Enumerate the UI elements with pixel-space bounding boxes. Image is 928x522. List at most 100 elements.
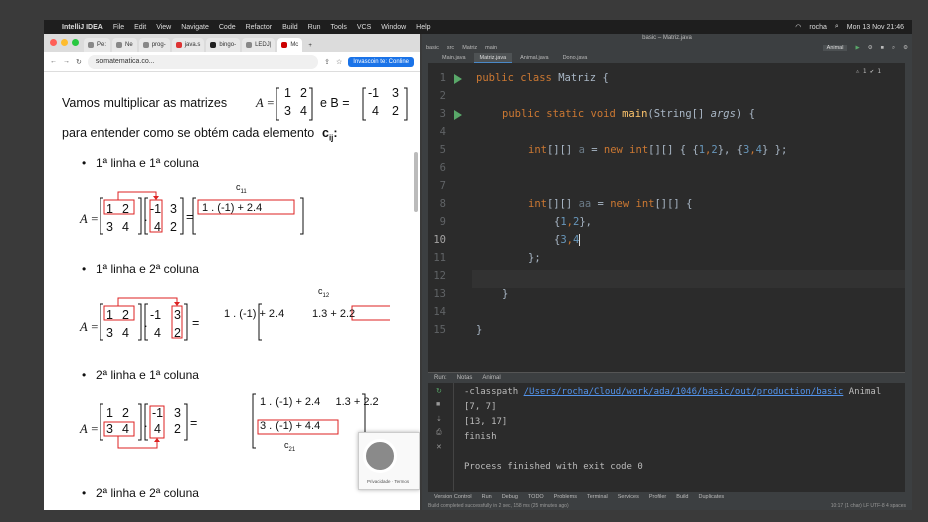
wifi-icon[interactable]: ◠ [795, 23, 801, 31]
menu-run[interactable]: Run [308, 24, 321, 31]
line-number: 12 [433, 270, 446, 282]
classpath-link[interactable]: /Users/rocha/Cloud/work/ada/1046/basic/o… [524, 387, 844, 397]
scroll-to-end-icon[interactable]: ⇣ [436, 415, 444, 423]
line-number: 13 [433, 288, 446, 300]
tool-run[interactable]: Run [482, 494, 492, 500]
share-icon[interactable]: ⇪ [324, 58, 330, 66]
debug-icon[interactable]: ⚙ [868, 45, 873, 51]
inspection-widget[interactable]: ⚠ 1 ✔ 1 [856, 68, 881, 75]
code-line-3: public static void main(String[] args) { [502, 108, 755, 120]
breadcrumb-item[interactable]: src [447, 45, 454, 51]
settings-icon[interactable]: ⚙ [903, 45, 908, 51]
menu-refactor[interactable]: Refactor [246, 24, 272, 31]
menu-code[interactable]: Code [219, 24, 236, 31]
url-field[interactable]: somatematica.co... [87, 54, 319, 69]
browser-tab[interactable]: bingo- [206, 38, 241, 52]
tool-todo[interactable]: TODO [528, 494, 544, 500]
editor-tab[interactable]: Main.java [436, 53, 472, 63]
matrix-cell: 4 [122, 220, 129, 234]
rerun-icon[interactable]: ↻ [436, 387, 444, 395]
code-editor[interactable]: ⚠ 1 ✔ 1 1 2 3 4 5 6 7 8 9 10 11 12 13 14… [428, 66, 905, 366]
tab-favicon [88, 42, 94, 48]
stop-icon[interactable]: ■ [881, 45, 884, 51]
tool-version-control[interactable]: Version Control [434, 494, 472, 500]
matrix-cell: 2 [122, 202, 129, 216]
search-icon[interactable]: ⌕ [835, 23, 839, 31]
c12-label: c12 [318, 286, 330, 299]
trash-icon[interactable]: ✕ [436, 443, 444, 451]
tool-profiler[interactable]: Profiler [649, 494, 666, 500]
equals-sign: = [190, 416, 198, 430]
line-number: 8 [439, 198, 446, 210]
code-line-10: {3,4 [554, 234, 581, 246]
status-message[interactable]: Build completed successfully in 2 sec, 1… [428, 503, 569, 509]
matrix-a-label: A = [80, 422, 99, 436]
breadcrumb-item[interactable]: Matriz [462, 45, 477, 51]
tool-terminal[interactable]: Terminal [587, 494, 608, 500]
tool-build[interactable]: Build [676, 494, 688, 500]
editor-tab-active[interactable]: Matriz.java [473, 53, 513, 63]
close-window-button[interactable] [50, 39, 57, 46]
print-icon[interactable]: ⎙ [436, 429, 444, 437]
code-line-15: } [476, 324, 483, 336]
run-icon[interactable]: ▶ [855, 45, 859, 51]
breadcrumb-item[interactable]: basic [426, 45, 439, 51]
recaptcha-badge[interactable]: Privacidade · Termos [358, 432, 420, 490]
breadcrumb-item[interactable]: main [485, 45, 497, 51]
console-line: [13, 17] [464, 417, 508, 427]
run-configuration-select[interactable]: Animal [822, 45, 848, 51]
matrix-cell: 3 [170, 202, 177, 216]
maximize-window-button[interactable] [72, 39, 79, 46]
forward-icon[interactable]: → [63, 58, 70, 65]
bottom-tool-bar: Version Control Run Debug TODO Problems … [428, 492, 905, 501]
browser-tab[interactable]: LEDJ| [242, 38, 276, 52]
bookmark-icon[interactable]: ☆ [336, 58, 342, 66]
right-tool-strip[interactable] [905, 63, 912, 510]
matrix-cell: 2 [170, 220, 177, 234]
reload-icon[interactable]: ↻ [76, 58, 82, 66]
run-tab-active[interactable]: Animal [482, 375, 500, 381]
search-icon[interactable]: ⌕ [892, 45, 895, 52]
menu-build[interactable]: Build [282, 24, 298, 31]
line-number: 15 [433, 324, 446, 336]
editor-tab[interactable]: Animal.java [514, 53, 554, 63]
editor-tab[interactable]: Dono.java [557, 53, 594, 63]
tool-services[interactable]: Services [618, 494, 639, 500]
menu-file[interactable]: File [113, 24, 124, 31]
menu-edit[interactable]: Edit [134, 24, 146, 31]
tool-problems[interactable]: Problems [554, 494, 577, 500]
tab-favicon [210, 42, 217, 48]
recaptcha-icon [363, 439, 397, 473]
console-output[interactable]: -classpath /Users/rocha/Cloud/work/ada/1… [464, 385, 881, 475]
browser-tab[interactable]: java.s [171, 38, 205, 52]
translate-button[interactable]: Invascoin te: Conline [348, 56, 414, 67]
new-tab-icon[interactable]: + [304, 43, 316, 52]
menu-view[interactable]: View [156, 24, 171, 31]
menu-tools[interactable]: Tools [331, 24, 347, 31]
menu-vcs[interactable]: VCS [357, 24, 371, 31]
app-name[interactable]: IntelliJ IDEA [62, 24, 103, 31]
browser-tab-active[interactable]: Mc [277, 38, 303, 52]
menu-window[interactable]: Window [381, 24, 406, 31]
minimize-window-button[interactable] [61, 39, 68, 46]
run-main-icon[interactable] [454, 110, 462, 120]
browser-tab[interactable]: Ne [112, 38, 137, 52]
recaptcha-label[interactable]: Privacidade · Termos [367, 479, 409, 484]
browser-tab[interactable]: Pe: [84, 38, 111, 52]
window-controls [50, 39, 79, 46]
browser-tab[interactable]: prog- [138, 38, 170, 52]
stop-icon[interactable]: ■ [436, 401, 444, 409]
back-icon[interactable]: ← [50, 58, 57, 65]
run-class-icon[interactable] [454, 74, 462, 84]
status-position[interactable]: 10:17 (1 char) LF UTF-8 4 spaces [831, 503, 906, 509]
user-name[interactable]: rocha [809, 24, 827, 31]
matrix-cell: 4 [122, 422, 129, 436]
menu-help[interactable]: Help [416, 24, 430, 31]
run-tool-window: Run: Notas Animal ↻ ■ ⇣ ⎙ ✕ -classpath /… [428, 372, 905, 491]
screen: IntelliJ IDEA File Edit View Navigate Co… [0, 0, 928, 522]
tool-debug[interactable]: Debug [502, 494, 518, 500]
tool-duplicates[interactable]: Duplicates [699, 494, 725, 500]
menu-navigate[interactable]: Navigate [181, 24, 209, 31]
run-tab[interactable]: Notas [457, 375, 473, 381]
page-scrollbar[interactable] [414, 152, 418, 212]
